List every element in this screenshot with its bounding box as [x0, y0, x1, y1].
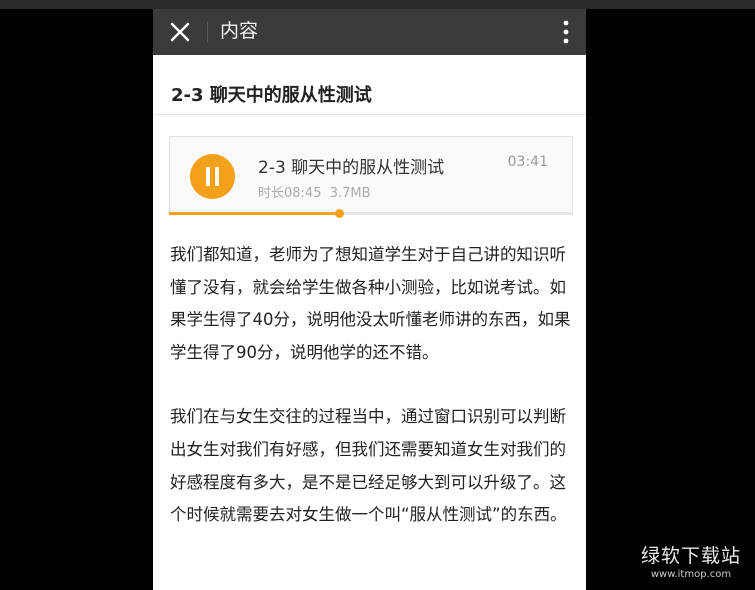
app-bar: 内容 — [153, 9, 586, 55]
phone-screen: 内容 2-3 聊天中的服从性测试 2-3 聊天中的服从性测试 03:41 时长0… — [153, 9, 586, 590]
audio-progress-handle[interactable] — [334, 209, 344, 218]
play-pause-button[interactable] — [190, 154, 235, 199]
article-paragraph: 我们都知道，老师为了想知道学生对于自己讲的知识听懂了没有，就会给学生做各种小测验… — [170, 245, 571, 362]
watermark-logo-text: 绿软下载站 — [640, 545, 741, 567]
article-body: 我们都知道，老师为了想知道学生对于自己讲的知识听懂了没有，就会给学生做各种小测验… — [170, 239, 575, 564]
audio-title: 2-3 聊天中的服从性测试 — [258, 158, 445, 178]
close-button[interactable] — [165, 17, 195, 47]
page-title: 内容 — [220, 20, 259, 42]
title-divider — [153, 114, 586, 115]
more-vertical-icon — [563, 20, 569, 44]
article-title: 2-3 聊天中的服从性测试 — [171, 85, 372, 106]
close-icon — [170, 22, 190, 42]
audio-current-time: 03:41 — [507, 154, 548, 170]
audio-player-card: 2-3 聊天中的服从性测试 03:41 时长08:45 3.7MB — [169, 136, 573, 214]
audio-progress-fill — [169, 212, 339, 215]
app-bar-divider — [207, 22, 208, 42]
audio-progress-bar[interactable] — [169, 209, 573, 218]
audio-duration-size: 时长08:45 3.7MB — [258, 186, 371, 201]
window-top-strip — [0, 0, 755, 9]
watermark-url: www.itmop.com — [650, 569, 732, 580]
article-paragraph: 我们在与女生交往的过程当中，通过窗口识别可以判断出女生对我们有好感，但我们还需要… — [170, 407, 567, 525]
more-options-button[interactable] — [554, 17, 578, 47]
pause-icon — [206, 167, 219, 186]
site-watermark: 绿软下载站 www.itmop.com — [641, 541, 741, 580]
